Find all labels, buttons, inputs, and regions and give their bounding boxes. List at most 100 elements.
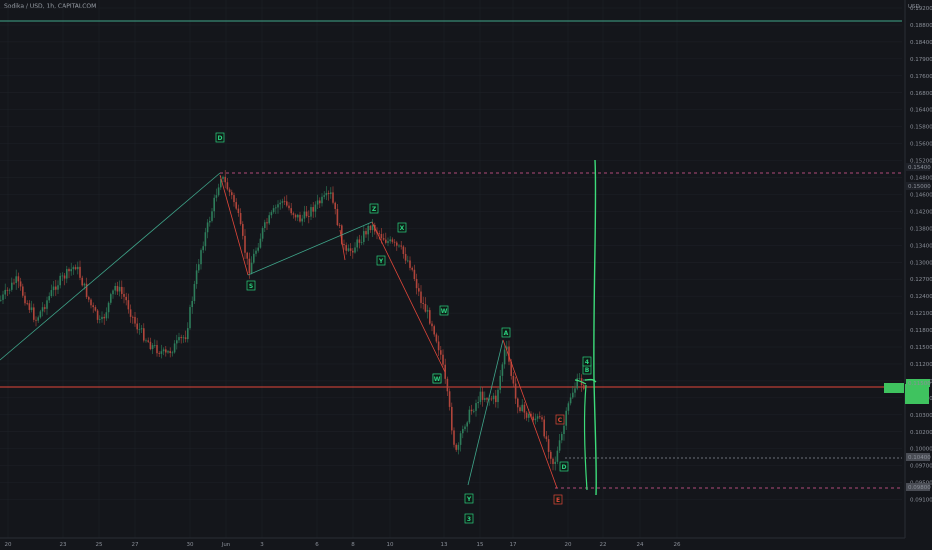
- candle-body: [138, 329, 141, 331]
- candle-body: [167, 351, 169, 353]
- candle-body: [475, 403, 477, 411]
- candle-body: [558, 440, 561, 451]
- candle-body: [66, 269, 68, 279]
- candle-body: [290, 208, 292, 214]
- candle-body: [134, 316, 136, 324]
- candle-body: [15, 276, 17, 284]
- y-tick-label: 0.15600: [910, 142, 932, 148]
- candle-body: [180, 337, 182, 339]
- candle-body: [459, 433, 462, 445]
- y-tick-label: 0.12400: [910, 294, 932, 300]
- x-tick-label: 30: [187, 542, 194, 548]
- candle-body: [72, 267, 75, 270]
- candle-body: [96, 310, 99, 320]
- y-tick-label: 0.10000: [910, 447, 932, 453]
- candle-body: [572, 392, 574, 398]
- price-tag-label: 0.09800: [908, 485, 931, 491]
- candle-body: [129, 309, 132, 317]
- wave-label-text: A: [504, 330, 509, 337]
- candle-body: [499, 375, 501, 390]
- candle-body: [567, 403, 570, 411]
- candle-body: [363, 231, 365, 242]
- y-tick-label: 0.17900: [910, 57, 932, 63]
- candle-body: [279, 202, 281, 205]
- candle-body: [288, 205, 290, 209]
- y-tick-label: 0.10300: [910, 413, 932, 419]
- candle-body: [435, 334, 438, 342]
- candle-body: [365, 231, 367, 235]
- x-tick-label: 10: [387, 542, 394, 548]
- wave-label: 4: [582, 356, 592, 367]
- candle-body: [332, 192, 334, 203]
- candle-body: [327, 192, 330, 194]
- candle-body: [2, 294, 4, 300]
- candle-body: [283, 201, 286, 203]
- candle-body: [77, 266, 79, 270]
- candle-body: [13, 282, 15, 284]
- candle-body: [354, 247, 356, 253]
- candle-body: [550, 451, 552, 459]
- candle-body: [356, 239, 358, 248]
- wave-label-text: D: [562, 464, 567, 471]
- candle-body: [495, 395, 497, 403]
- candle-body: [101, 316, 103, 320]
- wave-label: E: [553, 494, 563, 505]
- candle-body: [143, 328, 145, 341]
- candle-body: [360, 241, 363, 243]
- candle-body: [578, 378, 581, 379]
- wave-label-text: B: [585, 367, 590, 374]
- candle-body: [270, 212, 273, 216]
- x-tick-label: 15: [477, 542, 484, 548]
- y-tick-label: 0.18800: [910, 23, 932, 29]
- green-draw-stroke: [593, 159, 597, 496]
- candle-body: [299, 214, 301, 222]
- candle-body: [107, 302, 110, 313]
- price-chart-svg[interactable]: 0.192000.188000.184000.179000.176000.168…: [0, 0, 932, 550]
- price-tag-label: 0.11500: [908, 381, 931, 387]
- red-trend-line: [371, 221, 446, 373]
- chart-area[interactable]: Sodika / USD, 1h, CAPITALCOM 0.19200 0.18…: [0, 0, 932, 550]
- candle-body: [79, 266, 81, 278]
- candle-body: [44, 307, 46, 309]
- candle-body: [539, 416, 541, 418]
- candle-body: [490, 398, 493, 400]
- candle-body: [413, 269, 416, 279]
- candle-body: [402, 246, 405, 255]
- candle-body: [202, 246, 204, 251]
- y-tick-label: 0.14800: [910, 176, 932, 182]
- candle-body: [314, 204, 317, 212]
- candle-body: [552, 458, 554, 464]
- candle-body: [94, 307, 97, 311]
- candle-body: [92, 305, 94, 308]
- candle-body: [431, 323, 433, 327]
- candle-body: [222, 176, 224, 179]
- candle-body: [330, 192, 332, 194]
- candle-body: [334, 202, 336, 209]
- candle-body: [369, 225, 372, 231]
- y-tick-label: 0.17600: [910, 74, 932, 80]
- candle-body: [437, 341, 440, 351]
- x-tick-label: 6: [315, 542, 319, 548]
- candle-body: [151, 345, 154, 350]
- candle-body: [264, 222, 266, 229]
- candle-body: [382, 238, 385, 240]
- candle-body: [224, 176, 226, 183]
- candle-body: [4, 289, 6, 295]
- candle-body: [319, 200, 321, 204]
- x-tick-label: 22: [600, 542, 607, 548]
- wave-label: Y: [464, 493, 474, 504]
- candle-body: [528, 413, 530, 418]
- candle-body: [426, 310, 429, 312]
- candle-body: [446, 378, 449, 392]
- y-tick-label: 0.14200: [910, 209, 932, 215]
- candle-body: [213, 197, 215, 212]
- candle-body: [301, 218, 303, 222]
- candle-body: [451, 406, 453, 431]
- candle-body: [503, 349, 506, 365]
- candle-body: [479, 391, 482, 402]
- candle-body: [55, 286, 57, 290]
- candle-body: [336, 208, 339, 226]
- candle-body: [103, 316, 105, 319]
- candle-body: [184, 337, 187, 340]
- candle-body: [422, 302, 424, 304]
